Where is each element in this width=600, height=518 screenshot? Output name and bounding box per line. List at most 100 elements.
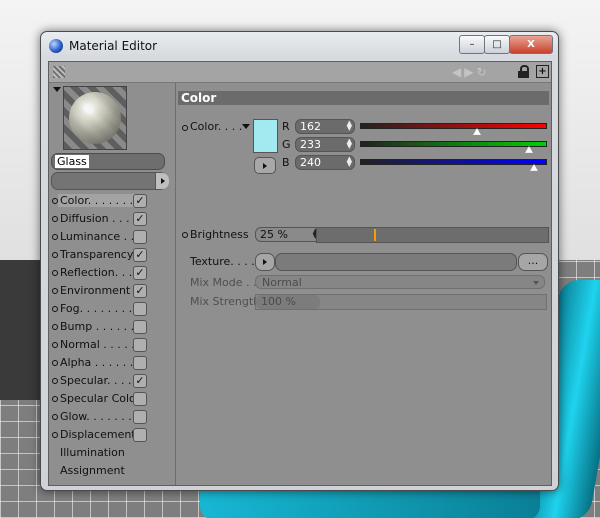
bullet-icon xyxy=(52,324,58,330)
bullet-icon xyxy=(52,414,58,420)
brightness-input[interactable]: 25 %▲▼ xyxy=(255,227,321,242)
channel-checkbox[interactable] xyxy=(133,230,147,244)
editor-client-area: ◀▶↻ + Glass Color. . . . . . . . ✓ Diffus… xyxy=(48,61,552,486)
channel-label: Glow. . . . . . . . xyxy=(60,410,139,423)
channel-checkbox[interactable] xyxy=(133,320,147,334)
channel-item-assignment[interactable]: Assignment xyxy=(49,462,175,480)
material-name-field[interactable]: Glass xyxy=(51,153,165,170)
navigation-arrows-icon[interactable]: ◀▶↻ xyxy=(452,65,490,79)
bullet-icon xyxy=(52,216,58,222)
channel-label: Specular. . . . . xyxy=(60,374,139,387)
mix-mode-label: Mix Mode . . xyxy=(190,276,257,289)
channel-item-normal[interactable]: Normal . . . . . . xyxy=(49,336,175,354)
channel-checkbox[interactable] xyxy=(133,392,147,406)
channel-checkbox[interactable]: ✓ xyxy=(133,212,147,226)
color-swatch[interactable] xyxy=(253,119,278,153)
green-slider-handle[interactable] xyxy=(525,146,533,153)
blue-input[interactable]: 240 ▲ ▼ xyxy=(295,155,355,170)
texture-menu-button[interactable] xyxy=(255,253,275,271)
channel-checkbox[interactable] xyxy=(133,338,147,352)
color-picker-button[interactable] xyxy=(254,157,276,174)
toolbar: ◀▶↻ + xyxy=(49,62,551,83)
brightness-slider-handle[interactable] xyxy=(374,229,376,241)
brightness-slider[interactable] xyxy=(316,227,549,243)
green-input[interactable]: 233 ▲ ▼ xyxy=(295,137,355,152)
bullet-icon xyxy=(52,396,58,402)
bullet-icon xyxy=(52,432,58,438)
material-preview[interactable] xyxy=(63,86,127,150)
channel-label: Transparency xyxy=(60,248,134,261)
red-slider-handle[interactable] xyxy=(473,128,481,135)
color-label: Color. . . . xyxy=(190,120,243,133)
spinner-icon[interactable]: ▲▼ xyxy=(347,156,352,168)
channel-checkbox[interactable]: ✓ xyxy=(133,284,147,298)
color-menu-arrow-icon[interactable] xyxy=(242,124,250,129)
grip-icon[interactable] xyxy=(53,66,65,78)
channel-checkbox[interactable] xyxy=(133,302,147,316)
preview-menu-arrow-icon[interactable] xyxy=(53,87,61,92)
lock-icon[interactable] xyxy=(518,65,529,78)
channel-checkbox[interactable]: ✓ xyxy=(133,266,147,280)
channel-item-diffusion[interactable]: Diffusion . . . . . ✓ xyxy=(49,210,175,228)
channel-label: Specular Color xyxy=(60,392,141,405)
bullet-icon xyxy=(52,342,58,348)
material-dropdown[interactable] xyxy=(51,172,169,190)
channel-item-alpha[interactable]: Alpha . . . . . . . xyxy=(49,354,175,372)
channel-item-glow[interactable]: Glow. . . . . . . . xyxy=(49,408,175,426)
close-button[interactable]: X xyxy=(509,35,553,54)
channel-item-transparency[interactable]: Transparency ✓ xyxy=(49,246,175,264)
brightness-value: 25 % xyxy=(260,228,288,241)
green-value: 233 xyxy=(300,138,321,151)
texture-browse-button[interactable]: ... xyxy=(518,253,548,271)
bullet-icon xyxy=(52,288,58,294)
green-slider[interactable] xyxy=(360,141,547,147)
mix-strength-input[interactable]: 100 % xyxy=(256,295,320,309)
channel-item-color[interactable]: Color. . . . . . . . ✓ xyxy=(49,192,175,210)
mix-strength-slider[interactable]: 100 % xyxy=(255,294,547,310)
channel-item-specular-color[interactable]: Specular Color xyxy=(49,390,175,408)
red-label: R xyxy=(282,120,290,133)
channel-checkbox[interactable] xyxy=(133,410,147,424)
material-editor-window: Material Editor – □ X ◀▶↻ + Glass Color.… xyxy=(40,31,559,491)
dropdown-arrow-icon[interactable] xyxy=(155,173,169,189)
bullet-icon xyxy=(182,232,188,238)
channel-label: Environment xyxy=(60,284,131,297)
title-bar[interactable]: Material Editor – □ X xyxy=(41,32,558,60)
maximize-button[interactable]: □ xyxy=(484,35,510,54)
bullet-icon xyxy=(52,306,58,312)
mix-strength-label: Mix Strength xyxy=(190,295,261,308)
channel-label: Alpha . . . . . . . xyxy=(60,356,141,369)
red-input[interactable]: 162 ▲ ▼ xyxy=(295,119,355,134)
spinner-icon[interactable]: ▲▼ xyxy=(347,138,352,150)
channel-item-specular[interactable]: Specular. . . . . ✓ xyxy=(49,372,175,390)
channel-item-environment[interactable]: Environment ✓ xyxy=(49,282,175,300)
channel-checkbox[interactable]: ✓ xyxy=(133,248,147,262)
channel-item-illumination[interactable]: Illumination xyxy=(49,444,175,462)
channel-checkbox[interactable] xyxy=(133,428,147,442)
spinner-icon[interactable]: ▲▼ xyxy=(347,120,352,132)
new-window-icon[interactable]: + xyxy=(536,65,549,78)
channel-label: Fog. . . . . . . . . xyxy=(60,302,140,315)
channel-item-fog[interactable]: Fog. . . . . . . . . xyxy=(49,300,175,318)
red-slider[interactable] xyxy=(360,123,547,129)
blue-slider-handle[interactable] xyxy=(530,164,538,171)
channel-item-luminance[interactable]: Luminance . . . . xyxy=(49,228,175,246)
channel-item-reflection[interactable]: Reflection. . . . . ✓ xyxy=(49,264,175,282)
green-label: G xyxy=(282,138,291,151)
window-title: Material Editor xyxy=(69,39,158,53)
channel-item-displacement[interactable]: Displacement xyxy=(49,426,175,444)
left-panel: Glass Color. . . . . . . . ✓ Diffusion . … xyxy=(49,83,176,485)
channel-label: Normal . . . . . . xyxy=(60,338,142,351)
channel-checkbox[interactable]: ✓ xyxy=(133,374,147,388)
mix-mode-dropdown[interactable]: Normal xyxy=(255,275,545,289)
bullet-icon xyxy=(182,125,188,131)
texture-field[interactable] xyxy=(275,253,517,271)
cinema4d-app-icon xyxy=(49,39,63,53)
minimize-button[interactable]: – xyxy=(459,35,485,54)
channel-checkbox[interactable]: ✓ xyxy=(133,194,147,208)
texture-label: Texture. . . . xyxy=(190,255,255,268)
glass-sphere-preview xyxy=(69,92,121,144)
channel-checkbox[interactable] xyxy=(133,356,147,370)
channel-item-bump[interactable]: Bump . . . . . . . xyxy=(49,318,175,336)
blue-slider[interactable] xyxy=(360,159,547,165)
